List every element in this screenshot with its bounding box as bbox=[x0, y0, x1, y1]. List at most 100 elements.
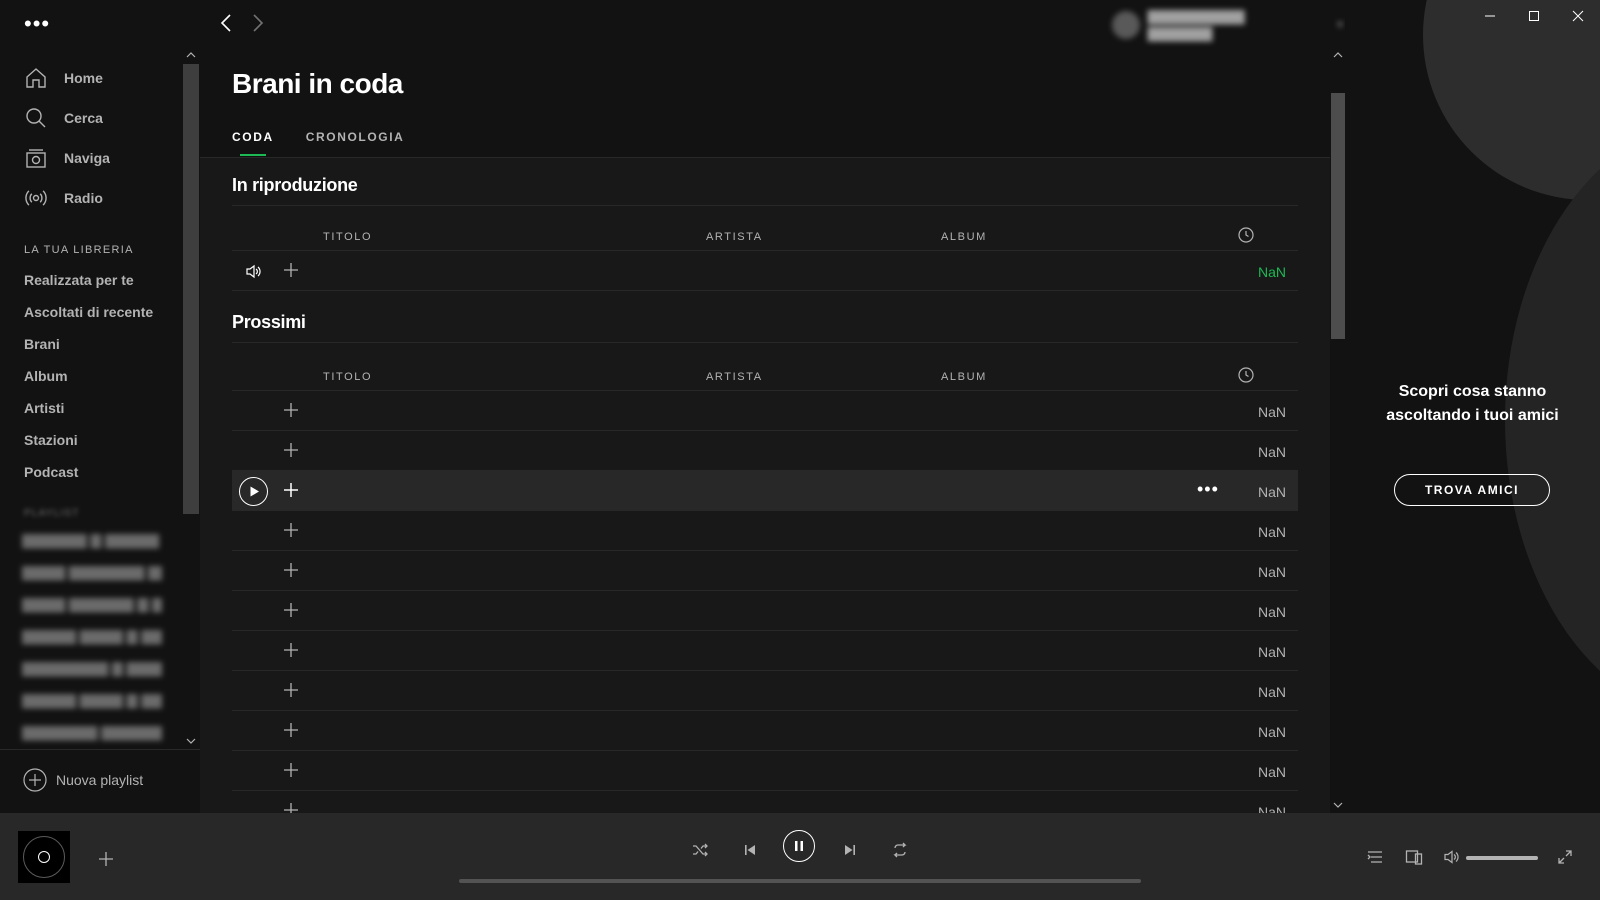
friends-prompt-line: ascoltando i tuoi amici bbox=[1386, 407, 1559, 424]
nav-item-search[interactable]: Cerca bbox=[0, 98, 180, 138]
library-item-songs[interactable]: Brani bbox=[24, 328, 174, 360]
volume-icon[interactable] bbox=[1443, 848, 1461, 866]
new-playlist-label: Nuova playlist bbox=[56, 772, 144, 788]
scroll-up-icon[interactable] bbox=[186, 50, 196, 60]
add-icon[interactable] bbox=[282, 801, 300, 813]
track-duration: NaN bbox=[1257, 264, 1286, 280]
add-icon[interactable] bbox=[282, 561, 300, 579]
library-item-albums[interactable]: Album bbox=[24, 360, 174, 392]
column-artist[interactable]: ARTISTA bbox=[706, 231, 763, 243]
devices-icon[interactable] bbox=[1405, 848, 1423, 866]
add-icon[interactable] bbox=[282, 481, 300, 499]
app-menu-icon[interactable]: ••• bbox=[24, 13, 52, 38]
now-playing-row[interactable]: NaN bbox=[232, 251, 1298, 291]
playlist-item[interactable]: ▇▇▇▇ ▇▇▇▇▇▇▇ ▇▇▇ bbox=[22, 556, 162, 588]
shuffle-icon[interactable] bbox=[691, 841, 709, 859]
column-title[interactable]: TITOLO bbox=[323, 231, 372, 243]
tabs: CODA CRONOLOGIA bbox=[232, 130, 436, 156]
add-icon[interactable] bbox=[282, 401, 300, 419]
library-item-made-for-you[interactable]: Realizzata per te bbox=[24, 264, 174, 296]
library-item-podcasts[interactable]: Podcast bbox=[24, 456, 174, 488]
fullscreen-icon[interactable] bbox=[1556, 848, 1574, 866]
library-item-stations[interactable]: Stazioni bbox=[24, 424, 174, 456]
add-icon[interactable] bbox=[282, 721, 300, 739]
add-icon[interactable] bbox=[282, 641, 300, 659]
tab-queue[interactable]: CODA bbox=[232, 130, 274, 156]
back-arrow-icon[interactable] bbox=[216, 12, 236, 34]
track-duration: NaN bbox=[1257, 804, 1286, 813]
more-options-icon[interactable]: ••• bbox=[1197, 479, 1219, 500]
queue-row[interactable]: NaN bbox=[232, 751, 1298, 791]
playlist-item[interactable]: ▇▇▇▇▇ ▇▇▇▇ ▇ ▇▇▇▇ bbox=[22, 684, 162, 716]
nav-item-home[interactable]: Home bbox=[0, 58, 180, 98]
playlist-item[interactable]: ▇▇▇▇▇▇▇▇ ▇ ▇▇▇▇ bbox=[22, 652, 162, 684]
album-cover[interactable] bbox=[18, 831, 70, 883]
add-icon[interactable] bbox=[282, 441, 300, 459]
nav-item-radio[interactable]: Radio bbox=[0, 178, 180, 218]
minimize-window-button[interactable] bbox=[1468, 0, 1512, 32]
scroll-down-icon[interactable] bbox=[1333, 800, 1343, 810]
volume-slider[interactable] bbox=[1466, 856, 1538, 860]
queue-row-hovered[interactable]: ••• NaN bbox=[232, 471, 1298, 511]
add-icon[interactable] bbox=[282, 261, 300, 279]
nav-item-browse[interactable]: Naviga bbox=[0, 138, 180, 178]
library-item-artists[interactable]: Artisti bbox=[24, 392, 174, 424]
new-playlist-button[interactable]: Nuova playlist bbox=[23, 768, 143, 792]
friends-prompt-line: Scopri cosa stanno bbox=[1398, 383, 1547, 400]
track-duration: NaN bbox=[1257, 524, 1286, 540]
queue-row[interactable]: NaN bbox=[232, 431, 1298, 471]
repeat-icon[interactable] bbox=[891, 841, 909, 859]
queue-row[interactable]: NaN bbox=[232, 511, 1298, 551]
tab-history[interactable]: CRONOLOGIA bbox=[306, 130, 405, 156]
column-artist[interactable]: ARTISTA bbox=[706, 371, 763, 383]
queue-row[interactable]: NaN bbox=[232, 631, 1298, 671]
clock-icon[interactable] bbox=[1238, 367, 1254, 383]
column-album[interactable]: ALBUM bbox=[941, 231, 987, 243]
top-bar: ▇▇▇▇▇▇▇▇▇ ▇▇▇▇▇▇ ▼ bbox=[200, 0, 1345, 48]
playlist-item[interactable]: ▇▇▇▇▇▇▇ ▇▇▇▇▇▇ bbox=[22, 716, 162, 748]
search-icon bbox=[26, 108, 46, 128]
playlist-item[interactable]: ▇▇▇▇▇▇ ▇ ▇▇▇▇▇ bbox=[22, 524, 162, 556]
queue-row[interactable]: NaN bbox=[232, 671, 1298, 711]
speaker-icon bbox=[246, 264, 261, 279]
maximize-icon bbox=[1529, 11, 1539, 21]
queue-row[interactable]: NaN bbox=[232, 711, 1298, 751]
forward-arrow-icon[interactable] bbox=[248, 12, 268, 34]
queue-row[interactable]: NaN bbox=[232, 791, 1298, 813]
library-item-recently-played[interactable]: Ascoltati di recente bbox=[24, 296, 174, 328]
add-icon[interactable] bbox=[282, 601, 300, 619]
track-duration: NaN bbox=[1257, 644, 1286, 660]
pause-button[interactable] bbox=[783, 830, 815, 862]
queue-row[interactable]: NaN bbox=[232, 591, 1298, 631]
close-window-button[interactable] bbox=[1556, 0, 1600, 32]
maximize-window-button[interactable] bbox=[1512, 0, 1556, 32]
queue-icon[interactable] bbox=[1366, 848, 1384, 866]
next-track-icon[interactable] bbox=[841, 841, 859, 859]
section-divider bbox=[232, 205, 1298, 206]
add-icon[interactable] bbox=[282, 761, 300, 779]
add-icon[interactable] bbox=[282, 521, 300, 539]
previous-track-icon[interactable] bbox=[741, 841, 759, 859]
main-scrollbar-thumb[interactable] bbox=[1331, 93, 1345, 339]
friends-prompt: Scopri cosa stanno ascoltando i tuoi ami… bbox=[1345, 380, 1600, 428]
queue-row[interactable]: NaN bbox=[232, 551, 1298, 591]
queue-row[interactable]: NaN bbox=[232, 391, 1298, 431]
nav-label: Home bbox=[64, 70, 103, 86]
user-menu-blurred[interactable]: ▇▇▇▇▇▇▇▇▇ ▇▇▇▇▇▇ ▼ bbox=[1112, 8, 1345, 42]
playlist-item[interactable]: ▇▇▇▇ ▇▇▇▇▇▇ ▇ ▇▇▇ bbox=[22, 588, 162, 620]
playback-progress-bar[interactable] bbox=[459, 879, 1141, 883]
column-title[interactable]: TITOLO bbox=[323, 371, 372, 383]
play-button[interactable] bbox=[239, 477, 268, 506]
browse-icon bbox=[26, 149, 46, 168]
add-to-library-icon[interactable] bbox=[97, 850, 115, 868]
find-friends-button[interactable]: TROVA AMICI bbox=[1394, 474, 1550, 506]
nav-label: Cerca bbox=[64, 110, 103, 126]
column-album[interactable]: ALBUM bbox=[941, 371, 987, 383]
sidebar-scrollbar[interactable] bbox=[183, 64, 199, 514]
clock-icon[interactable] bbox=[1238, 227, 1254, 243]
scroll-up-icon[interactable] bbox=[1333, 50, 1343, 60]
playlist-item[interactable]: ▇▇▇▇▇ ▇▇▇▇ ▇ ▇▇▇▇ bbox=[22, 620, 162, 652]
add-icon[interactable] bbox=[282, 681, 300, 699]
play-icon bbox=[250, 486, 259, 497]
scroll-down-icon[interactable] bbox=[186, 736, 196, 746]
